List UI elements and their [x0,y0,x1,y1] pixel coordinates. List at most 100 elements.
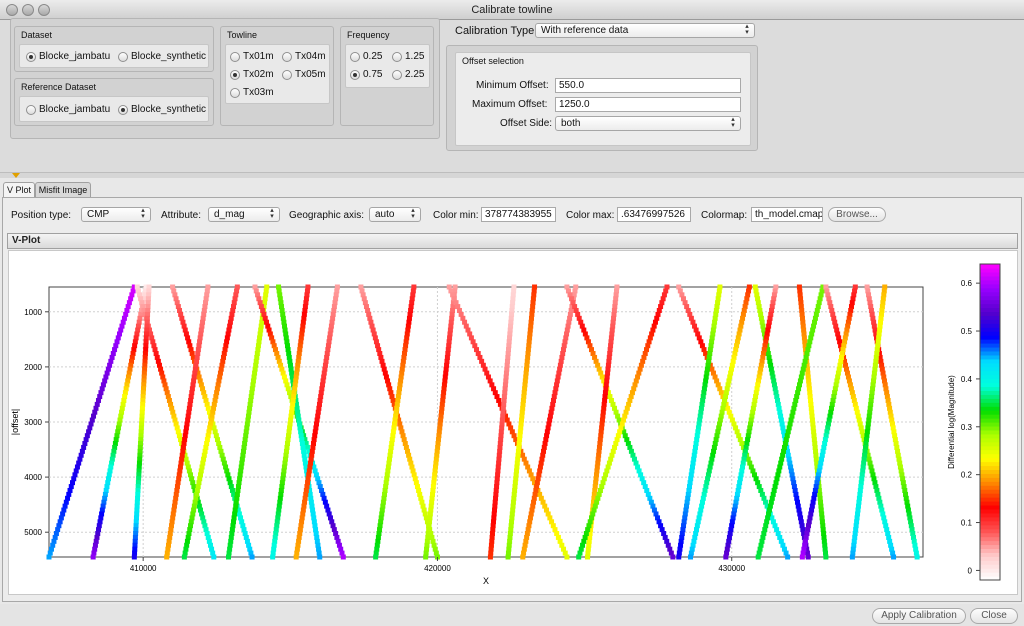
frequency-radio-0[interactable]: 0.25 [350,51,382,62]
v-plot-svg: 410000 420000 430000 1000 2000 3000 4000 5000 X |… [10,263,1001,586]
tab-misfit-image[interactable]: Misfit Image [35,182,91,198]
color-min-input[interactable]: 378774383955 [481,207,556,222]
towline-radio-0[interactable]: Tx01m [230,51,274,62]
button-bar: Apply Calibration Close [0,604,1024,626]
colorbar-band [980,386,1000,391]
dataset-group: Dataset Blocke_jambatu Blocke_synthetic [14,26,214,72]
radio-icon [230,87,240,98]
y-tick-label: 3000 [24,418,42,427]
heatmap-cell [211,554,217,560]
x-tick-label: 410000 [130,564,157,573]
colorbar-band [980,264,1000,269]
dataset-radio-1[interactable]: Blocke_synthetic [118,51,206,62]
geographic-axis-label: Geographic axis: [289,210,365,221]
colorbar-band [980,445,1000,451]
colorbar-band [980,560,1000,565]
colorbar-band [980,275,1000,281]
towline-radio-2[interactable]: Tx02m [230,69,274,80]
colorbar-band [980,497,1000,502]
heatmap-cell [805,554,811,560]
towline-radio-3[interactable]: Tx05m [282,69,326,80]
heatmap-cell [249,554,255,560]
colorbar-band [980,536,1000,542]
radio-icon [282,69,292,80]
colorbar-band [980,378,1000,384]
radio-selected-icon [230,69,240,80]
colorbar-band [980,485,1000,490]
colorbar-band [980,311,1000,316]
v-plot-chart: 410000 420000 430000 1000 2000 3000 4000 5000 X |… [8,250,1018,595]
colorbar-band [980,319,1000,324]
browse-button[interactable]: Browse... [828,207,886,222]
heatmap-cell [293,554,299,560]
colorbar-band [980,398,1000,403]
offset-side-select[interactable]: both ▴ ▾ [555,116,741,131]
heatmap-cell [373,554,379,560]
position-type-label: Position type: [11,210,72,221]
colormap-input[interactable]: th_model.cmap [751,207,823,222]
apply-calibration-button[interactable]: Apply Calibration [872,608,966,624]
towline-radio-1[interactable]: Tx04m [282,51,326,62]
collapse-arrow-icon[interactable] [12,173,20,178]
frequency-radio-1[interactable]: 1.25 [392,51,424,62]
colorbar-band [980,406,1000,411]
colorbar-tick-label: 0.4 [961,375,973,384]
colorbar-band [980,402,1000,407]
calibration-type-select[interactable]: With reference data ▴ ▾ [535,23,755,38]
colorbar-band [980,307,1000,312]
colorbar-band [980,453,1000,459]
minimize-window-icon[interactable] [22,4,34,16]
split-pane-divider[interactable] [0,172,1024,178]
geographic-axis-select[interactable]: auto ▴ ▾ [369,207,421,222]
stepper-arrows-icon: ▴ ▾ [411,207,415,220]
heatmap-cell [914,554,920,560]
reference-radio-1[interactable]: Blocke_synthetic [118,104,206,115]
colorbar-band [980,287,1000,293]
dataset-radio-0[interactable]: Blocke_jambatu [26,51,110,62]
position-type-select[interactable]: CMP ▴ ▾ [81,207,151,222]
frequency-group: Frequency 0.25 1.25 0.75 2.25 [340,26,434,126]
colorbar-band [980,374,1000,380]
heatmap-cell [340,554,346,560]
colorbar-band [980,370,1000,376]
colorbar-band [980,343,1000,348]
minimum-offset-input[interactable]: 550.0 [555,78,741,93]
colorbar-band [980,524,1000,530]
v-plot-panel: Position type: CMP ▴ ▾ Attribute: d_mag ▴… [2,197,1022,602]
colorbar-band [980,346,1000,352]
colorbar-band [980,457,1000,463]
colorbar-band [980,540,1000,546]
frequency-radio-2[interactable]: 0.75 [350,69,382,80]
colorbar-band [980,568,1000,573]
offset-selection-label: Offset selection [462,56,524,66]
colorbar-band [980,516,1000,522]
heatmap-cell [785,554,791,560]
close-window-icon[interactable] [6,4,18,16]
minimum-offset-label: Minimum Offset: [476,80,549,91]
colorbar-band [980,299,1000,305]
colorbar-tick-label: 0.5 [961,327,973,336]
radio-selected-icon [350,69,360,80]
colorbar-band [980,327,1000,332]
stepper-arrows-icon: ▴ ▾ [731,116,735,129]
close-button[interactable]: Close [970,608,1018,624]
maximum-offset-input[interactable]: 1250.0 [555,97,741,112]
radio-icon [392,69,402,80]
colorbar-band [980,489,1000,494]
colorbar-band [980,335,1000,340]
heatmap-cell [755,554,761,560]
window-title: Calibrate towline [471,4,553,16]
heatmap-cell [505,554,511,560]
color-max-label: Color max: [566,210,615,221]
towline-radio-4[interactable]: Tx03m [230,87,274,98]
dataset-label: Dataset [21,30,53,40]
reference-radio-0[interactable]: Blocke_jambatu [26,104,110,115]
frequency-radio-3[interactable]: 2.25 [392,69,424,80]
colorbar-band [980,425,1000,431]
y-axis-label: |offset| [10,409,20,436]
colorbar-tick-label: 0.6 [961,279,973,288]
zoom-window-icon[interactable] [38,4,50,16]
heatmap-cell [487,554,493,560]
attribute-select[interactable]: d_mag ▴ ▾ [208,207,280,222]
color-max-input[interactable]: .63476997526 [617,207,691,222]
